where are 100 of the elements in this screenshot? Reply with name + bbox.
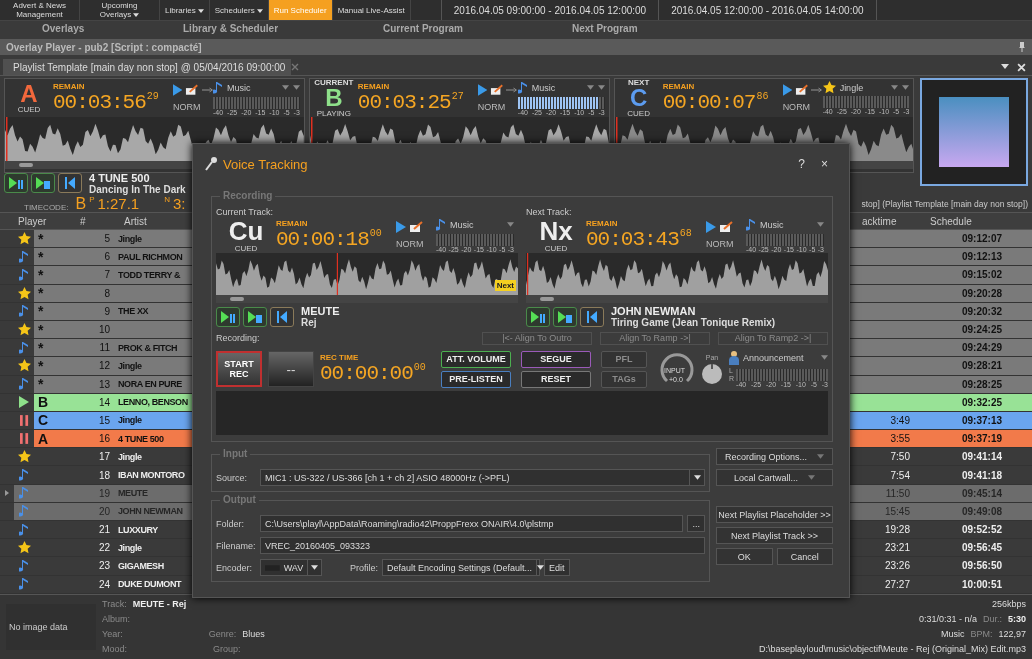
category-dropdown[interactable]: Music bbox=[450, 219, 503, 230]
category-dropdown[interactable]: Jingle bbox=[839, 82, 888, 93]
scrollbar[interactable] bbox=[526, 295, 828, 303]
next-button[interactable]: Next Playlist Track >> bbox=[716, 527, 833, 544]
edit-icon[interactable] bbox=[185, 84, 199, 96]
track-number: 23 bbox=[98, 560, 110, 572]
action-button[interactable]: RESET bbox=[521, 370, 591, 388]
secondary-button[interactable]: -- bbox=[268, 351, 314, 387]
browse-button[interactable]: ... bbox=[687, 515, 705, 532]
remain-time: 00:00:07 bbox=[662, 90, 756, 115]
filename-field[interactable]: VREC_20160405_093323 bbox=[260, 537, 705, 554]
play-stop-button[interactable] bbox=[553, 306, 577, 327]
artist-cell: Jingle bbox=[118, 360, 142, 371]
caret-icon[interactable] bbox=[507, 222, 514, 227]
edit-icon[interactable] bbox=[795, 84, 809, 96]
category-dropdown[interactable]: Music bbox=[531, 82, 583, 93]
ok-button[interactable]: OK bbox=[716, 548, 773, 565]
ribbon-button[interactable]: Advert & News Management bbox=[0, 0, 80, 20]
track-code: Cu bbox=[228, 217, 264, 244]
play-icon[interactable] bbox=[706, 221, 716, 233]
source-dropdown[interactable]: MIC1 : US-322 / US-366 [ch 1 + ch 2] ASIO 48000Hz (->PFL) bbox=[260, 469, 705, 486]
track-number: 5 bbox=[104, 233, 110, 245]
next-button[interactable]: Next Playlist Placeholder >> bbox=[716, 506, 833, 523]
category-dropdown[interactable]: Music bbox=[760, 219, 813, 230]
backtime-cell: 3:55 bbox=[890, 433, 910, 445]
play-pause-button[interactable] bbox=[216, 306, 240, 327]
cancel-button[interactable]: Cancel bbox=[776, 548, 833, 565]
deck-letter: A bbox=[20, 82, 38, 105]
skip-back-button[interactable] bbox=[580, 306, 604, 327]
frames-counter: 27 bbox=[451, 90, 464, 102]
play-stop-button[interactable] bbox=[243, 306, 267, 327]
remain-label: REMAIN bbox=[276, 218, 309, 228]
schedule-cell: 09:37:13 bbox=[961, 414, 1002, 426]
channel-dropdown[interactable]: Announcement bbox=[743, 352, 817, 363]
artist-cell: Jingle bbox=[118, 542, 142, 553]
start-rec-button[interactable]: START REC bbox=[216, 351, 262, 387]
folder-field[interactable]: C:\Users\playl\AppData\Roaming\radio42\ProppFrexx ONAIR\4.0\plstmp bbox=[260, 515, 684, 532]
deck-status: CUED bbox=[627, 108, 650, 118]
edit-icon[interactable] bbox=[490, 84, 504, 96]
play-icon[interactable] bbox=[173, 84, 183, 96]
dropdown-button[interactable]: Recording Options... bbox=[716, 448, 833, 465]
pan-knob-icon[interactable] bbox=[701, 362, 723, 385]
dropdown-icon[interactable] bbox=[1001, 64, 1009, 70]
deck-letter: C bbox=[629, 86, 648, 109]
deck-letter: * bbox=[38, 266, 44, 283]
play-icon[interactable] bbox=[477, 84, 488, 96]
artist-cell: NORA EN PURE bbox=[118, 379, 182, 390]
deck-status: CUED bbox=[234, 243, 258, 253]
ribbon-button[interactable]: Manual Live-Assist bbox=[332, 0, 411, 20]
skip-back-button[interactable] bbox=[58, 173, 82, 193]
column-header[interactable]: Player bbox=[14, 215, 76, 227]
scrollbar[interactable] bbox=[216, 295, 518, 303]
pin-icon[interactable] bbox=[1018, 42, 1026, 52]
track-number: 6 bbox=[104, 251, 110, 263]
deck-letter: * bbox=[38, 357, 44, 374]
encoder-dropdown[interactable]: WAV bbox=[260, 559, 322, 576]
dropdown-button[interactable]: Local Cartwall... bbox=[716, 469, 833, 486]
category-dropdown[interactable]: Music bbox=[227, 82, 278, 93]
arrow-icon bbox=[506, 87, 518, 93]
action-button[interactable]: ATT. VOLUME bbox=[441, 350, 511, 368]
track-number: 15 bbox=[98, 414, 110, 426]
track-label: Next Track: bbox=[526, 207, 573, 217]
backtime-cell: 23:26 bbox=[884, 560, 910, 572]
field-label: Group: bbox=[213, 644, 241, 655]
track-title: Dancing In The Dark bbox=[89, 183, 186, 195]
mode-label: NORM bbox=[706, 239, 735, 249]
caret-icon bbox=[311, 565, 319, 570]
caret-icon bbox=[817, 454, 824, 459]
column-header[interactable]: # bbox=[76, 215, 120, 227]
skip-back-icon bbox=[277, 310, 287, 323]
edit-button[interactable]: Edit bbox=[544, 559, 570, 576]
recording-label: Recording: bbox=[216, 333, 260, 343]
ribbon-button[interactable]: Libraries bbox=[160, 0, 210, 20]
caret-icon[interactable] bbox=[821, 355, 828, 360]
skip-back-button[interactable] bbox=[270, 306, 294, 327]
microphone-icon bbox=[205, 157, 217, 171]
play-icon[interactable] bbox=[782, 84, 793, 96]
deck-letter: * bbox=[38, 339, 44, 356]
caret-icon[interactable] bbox=[817, 222, 824, 227]
action-button[interactable]: PRE-LISTEN bbox=[441, 370, 511, 388]
ribbon-button[interactable]: Schedulers bbox=[209, 0, 269, 20]
deck-status: CUED bbox=[17, 104, 41, 114]
column-header[interactable]: Schedule bbox=[926, 215, 1020, 227]
help-button[interactable]: ? bbox=[793, 157, 810, 171]
backtime-cell: 19:28 bbox=[884, 524, 910, 536]
column-header[interactable]: acktime bbox=[858, 215, 926, 227]
play-pause-button[interactable] bbox=[526, 306, 550, 327]
edit-icon[interactable] bbox=[409, 221, 423, 233]
close-button[interactable]: × bbox=[816, 157, 833, 171]
music-note-icon bbox=[746, 217, 756, 232]
ribbon-button[interactable]: Upcoming Overlays bbox=[80, 0, 160, 20]
edit-icon[interactable] bbox=[719, 221, 733, 233]
group-legend: Output bbox=[220, 494, 259, 505]
play-icon[interactable] bbox=[396, 221, 406, 233]
action-button[interactable]: SEGUE bbox=[521, 350, 591, 368]
playlist-tab[interactable]: Playlist Template [main day non stop] @ 05/04/2016 09:00:00 bbox=[3, 59, 292, 75]
play-stop-button[interactable] bbox=[31, 173, 55, 193]
artist-cell: JOHN NEWMAN bbox=[118, 506, 183, 517]
deck-letter: * bbox=[38, 248, 44, 265]
play-pause-button[interactable] bbox=[4, 173, 28, 193]
